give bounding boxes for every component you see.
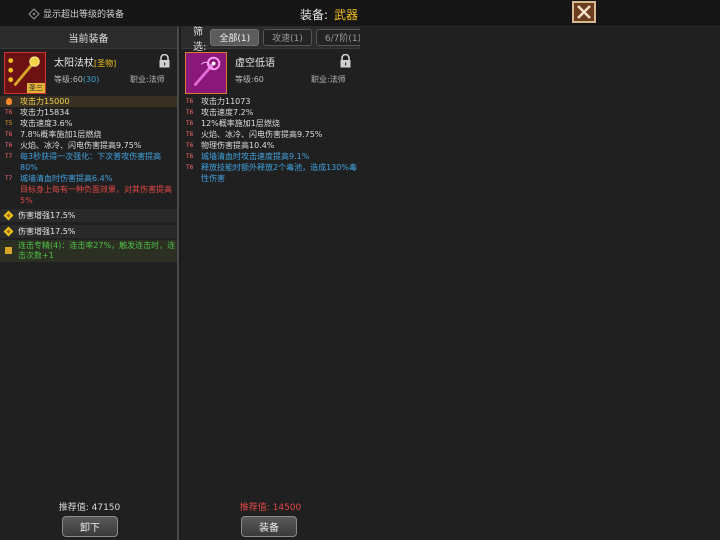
stat-text: 攻击力15834 [20,108,70,117]
candidate-staff-icon[interactable] [185,52,227,94]
tier-badge: T6 [5,142,13,149]
empty-area [360,27,720,540]
filter-bar: 筛选: 全部(1) 攻速(1) 6/7阶(1) [181,27,371,53]
tier-badge: T6 [186,142,194,149]
stat-line: T6 攻击力15834 [0,107,177,118]
set-bonus: 连击专精(4)：连击率27%，触发连击时，连击次数+1 [0,240,177,262]
tier-badge: T6 [186,98,194,105]
stat-line: T6 释放技能时额外释放2个毒池，造成130%毒性伤害 [181,162,360,184]
top-bar: 显示超出等级的装备 装备: 武器 [0,0,720,27]
current-item-class: 职业:法师 [130,75,165,84]
stat-line: 目标身上每有一种负面效果，对其伤害提高5% [0,184,177,206]
candidate-item-class: 职业:法师 [311,75,346,84]
gem-icon [3,226,14,237]
item-tag: 圣三 [27,83,45,93]
stat-line: T7 每3秒获得一次强化：下次普攻伤害提高80% [0,151,177,173]
unequip-button[interactable]: 卸下 [62,516,118,537]
candidate-item-name: 虚空低语 [235,58,275,69]
equip-button[interactable]: 装备 [241,516,297,537]
stat-text: 火焰、冰冷、闪电伤害提高9.75% [20,141,142,150]
tier-badge: T6 [186,153,194,160]
tier-badge: T6 [186,109,194,116]
stat-text: 攻击速度3.6% [20,119,73,128]
gem-slot: 伤害增强17.5% [0,225,177,238]
current-item-header: 圣三 太阳法杖[圣物] 等级:60(30) 职业:法师 [0,49,177,96]
tier-badge: T6 [5,131,13,138]
filter-tab-attack-speed[interactable]: 攻速(1) [263,29,312,46]
stat-line: T6 城墙清血时攻击速度提高9.1% [181,151,360,162]
stat-text: 城墙清血时攻击速度提高9.1% [201,152,310,161]
level-value: 60 [72,75,83,84]
tier-badge: T7 [5,175,13,182]
title-value: 武器 [334,8,359,22]
lock-icon[interactable] [158,54,171,68]
current-item-name: 太阳法杖[圣物] [54,54,116,69]
stat-line: T7 城墙清血时伤害提高6.4% [0,173,177,184]
stat-text: 攻击力11073 [201,97,251,106]
candidate-equipment-panel: 筛选: 全部(1) 攻速(1) 6/7阶(1) 虚空低语 等级:60 职业:法师… [181,27,371,540]
tier-badge: T7 [5,153,13,160]
tier-badge: T6 [186,120,194,127]
stat-text: 释放技能时额外释放2个毒池，造成130%毒性伤害 [201,163,357,183]
stat-text: 物理伤害提高10.4% [201,141,275,150]
diamond-checkbox-icon[interactable] [28,7,40,20]
current-equipment-panel: 当前装备 圣三 太阳法杖[圣物] 等级:60(30) 职业:法师 攻击力1500… [0,27,179,540]
stat-text: 7.8%概率施加1层燃烧 [20,130,102,139]
gem-icon [3,210,14,221]
show-over-level-toggle[interactable]: 显示超出等级的装备 [28,7,125,20]
current-item-level: 等级:60(30) [54,74,99,85]
staff-icon[interactable]: 圣三 [4,52,46,94]
current-item-stats: 攻击力15000 T6 攻击力15834 T5 攻击速度3.6% T6 7.8%概率施… [0,96,177,206]
flame-icon [6,98,12,105]
tier-badge: T6 [186,164,194,171]
set-bonus-icon [5,247,12,254]
gem-text: 伤害增强17.5% [18,211,76,220]
current-equipment-header: 当前装备 [0,27,177,49]
stat-text: 攻击力15000 [20,97,70,106]
current-recommend-value: 推荐值: 47150 [58,503,121,513]
gem-text: 伤害增强17.5% [18,227,76,236]
stat-line: T6 12%概率施加1层燃烧 [181,118,360,129]
stat-text: 攻击速度7.2% [201,108,254,117]
toggle-label: 显示超出等级的装备 [43,10,125,20]
stat-line: T6 7.8%概率施加1层燃烧 [0,129,177,140]
stat-line: 攻击力15000 [0,96,177,107]
candidate-item-header: 虚空低语 等级:60 职业:法师 [181,49,360,96]
stat-text: 12%概率施加1层燃烧 [201,119,280,128]
stat-text: 火焰、冰冷、闪电伤害提高9.75% [201,130,323,139]
level-label: 等级: [235,75,254,84]
tier-badge: T6 [5,109,13,116]
item-quality: [圣物] [94,59,117,68]
tier-badge: T5 [5,120,13,127]
title-label: 装备: [300,8,329,22]
stat-text: 城墙清血时伤害提高6.4% [20,174,113,183]
stat-text: 目标身上每有一种负面效果，对其伤害提高5% [20,185,172,205]
level-extra: (30) [82,75,100,84]
void-staff-icon [193,56,221,87]
stat-line: T6 攻击力11073 [181,96,360,107]
close-button[interactable] [572,1,596,23]
gem-slot: 伤害增强17.5% [0,209,177,222]
tier-badge: T6 [186,131,194,138]
set-bonus-text: 连击专精(4)：连击率27%，触发连击时，连击次数+1 [18,241,176,260]
level-label: 等级: [54,75,73,84]
stat-line: T5 攻击速度3.6% [0,118,177,129]
candidate-item-level: 等级:60 [235,74,264,85]
candidate-recommend-value: 推荐值: 14500 [239,503,302,513]
stat-line: T6 火焰、冰冷、闪电伤害提高9.75% [0,140,177,151]
stat-text: 每3秒获得一次强化：下次普攻伤害提高80% [20,152,162,172]
stat-line: T6 攻击速度7.2% [181,107,360,118]
page-title: 装备: 武器 [300,6,358,23]
item-name-text: 太阳法杖 [54,58,94,69]
level-value: 60 [253,75,264,84]
candidate-item-stats: T6 攻击力11073 T6 攻击速度7.2% T6 12%概率施加1层燃烧 T6 火焰… [181,96,360,184]
stat-line: T6 物理伤害提高10.4% [181,140,360,151]
filter-tab-all[interactable]: 全部(1) [210,29,260,46]
close-icon [577,5,591,19]
stat-line: T6 火焰、冰冷、闪电伤害提高9.75% [181,129,360,140]
filter-label: 筛选: [193,26,207,53]
lock-icon[interactable] [339,54,352,68]
